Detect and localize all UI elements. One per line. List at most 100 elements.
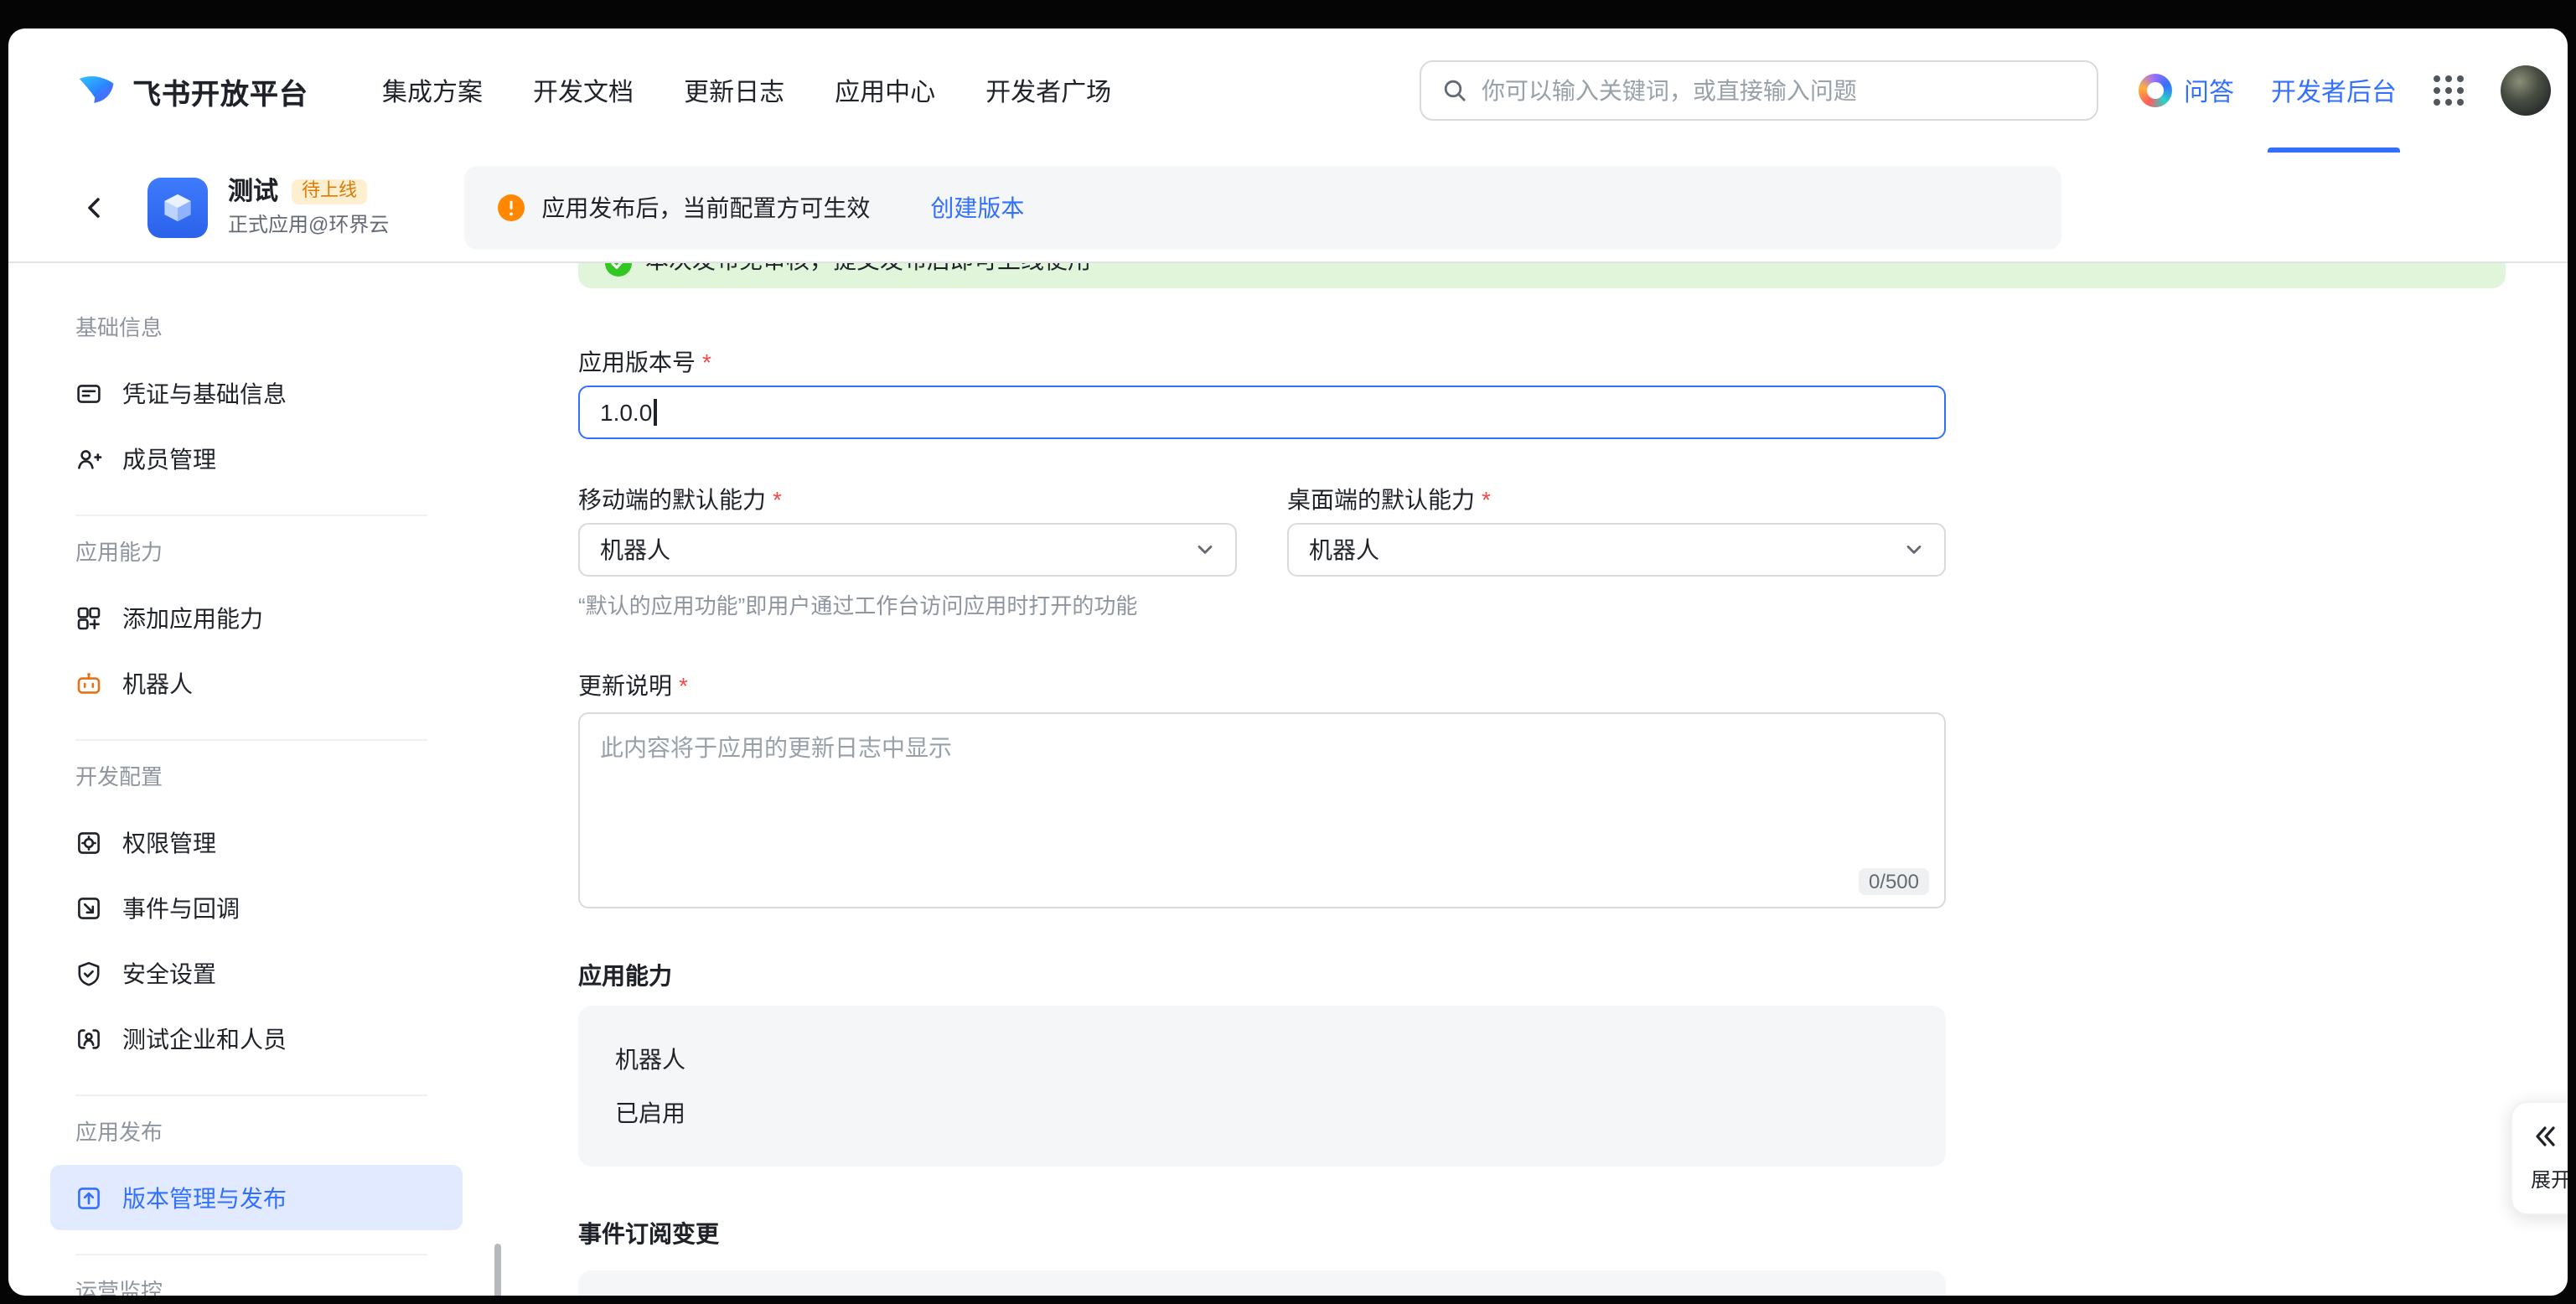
char-counter: 0/500 (1859, 868, 1929, 895)
sidebar-item-test-org[interactable]: 测试企业和人员 (50, 1006, 463, 1071)
sidebar-item-label: 版本管理与发布 (122, 1181, 287, 1214)
sidebar-item-label: 测试企业和人员 (122, 1022, 287, 1055)
nav-item-changelog[interactable]: 更新日志 (684, 73, 784, 108)
members-icon (75, 445, 102, 472)
sidebar-item-members[interactable]: 成员管理 (50, 426, 463, 491)
text-caret (654, 399, 656, 426)
nav-item-integrations[interactable]: 集成方案 (382, 73, 483, 108)
required-asterisk: * (1482, 486, 1491, 513)
feishu-logo-icon (75, 69, 119, 112)
event-callback-icon (75, 894, 102, 921)
capability-name: 机器人 (615, 1043, 1909, 1076)
nav-item-docs[interactable]: 开发文档 (533, 73, 634, 108)
main-content: 本次发布免审核，提交发布后即可上线使用 应用版本号* 1.0.0 移动端的默认能… (511, 263, 2568, 1296)
alert-text: 应用发布后，当前配置方可生效 (541, 190, 870, 224)
sidebar-item-credentials[interactable]: 凭证与基础信息 (50, 360, 463, 426)
version-label-text: 应用版本号 (578, 349, 696, 375)
sidebar-item-security[interactable]: 安全设置 (50, 940, 463, 1006)
sidebar-section-basic: 基础信息 (8, 313, 511, 344)
avatar[interactable] (2501, 65, 2551, 116)
sidebar-item-add-capability[interactable]: 添加应用能力 (50, 585, 463, 650)
nav-item-app-center[interactable]: 应用中心 (835, 73, 935, 108)
browser-window: 飞书开放平台 集成方案 开发文档 更新日志 应用中心 开发者广场 问答 (8, 28, 2568, 1296)
success-check-icon (605, 263, 632, 277)
logo-text: 飞书开放平台 (132, 70, 308, 111)
sidebar-item-label: 安全设置 (122, 956, 216, 990)
search-input[interactable] (1482, 77, 2077, 104)
sidebar-section-capabilities: 应用能力 (8, 538, 511, 568)
sidebar-item-label: 机器人 (122, 666, 193, 700)
sidebar-item-bot[interactable]: 机器人 (50, 650, 463, 716)
id-card-icon (75, 380, 102, 406)
top-navbar: 飞书开放平台 集成方案 开发文档 更新日志 应用中心 开发者广场 问答 (8, 28, 2568, 153)
sidebar-item-permissions[interactable]: 权限管理 (50, 810, 463, 875)
version-input-value: 1.0.0 (600, 399, 652, 426)
default-capability-hint: “默认的应用功能”即用户通过工作台访问应用时打开的功能 (578, 592, 1946, 622)
sidebar-divider (75, 1094, 427, 1096)
sidebar-item-events-callback[interactable]: 事件与回调 (50, 875, 463, 940)
success-banner-text: 本次发布免审核，提交发布后即可上线使用 (645, 263, 1091, 277)
mobile-capability-label: 移动端的默认能力 * (578, 483, 1237, 516)
events-section-title: 事件订阅变更 (578, 1217, 1946, 1250)
publish-alert-banner: 应用发布后，当前配置方可生效 创建版本 (464, 165, 2061, 249)
nav-item-dev-plaza[interactable]: 开发者广场 (985, 73, 1111, 108)
sidebar-section-monitoring: 运营监控 (8, 1277, 511, 1296)
expand-panel-button[interactable]: 展开 (2511, 1101, 2568, 1215)
app-header: 测试 待上线 正式应用@环界云 应用发布后，当前配置方可生效 创建版本 (8, 153, 2568, 263)
expand-label: 展开 (2531, 1165, 2568, 1193)
sidebar-item-label: 事件与回调 (122, 891, 240, 924)
console-link[interactable]: 开发者后台 (2271, 28, 2397, 153)
feishu-logo[interactable]: 飞书开放平台 (75, 69, 308, 112)
sidebar-divider (75, 1254, 427, 1255)
success-banner: 本次发布免审核，提交发布后即可上线使用 (578, 263, 2506, 288)
app-cube-icon (147, 177, 208, 237)
sidebar-section-dev-config: 开发配置 (8, 763, 511, 793)
required-asterisk: * (702, 349, 711, 375)
required-asterisk: * (773, 486, 782, 513)
publish-icon (75, 1184, 102, 1211)
version-label: 应用版本号* (578, 345, 1946, 379)
qa-logo-icon (2139, 74, 2172, 107)
status-badge: 待上线 (292, 179, 367, 204)
desktop-capability-label: 桌面端的默认能力* (1287, 483, 1946, 516)
app-name: 测试 (228, 179, 278, 204)
notes-label: 更新说明* (578, 669, 1946, 702)
notes-textarea[interactable] (578, 712, 1946, 908)
capability-summary-box: 机器人 已启用 (578, 1006, 1946, 1167)
create-version-link[interactable]: 创建版本 (930, 190, 1024, 224)
search-box[interactable] (1420, 60, 2098, 121)
chevron-down-icon (1904, 540, 1924, 560)
apps-grid-icon[interactable] (2434, 75, 2464, 106)
screen: 飞书开放平台 集成方案 开发文档 更新日志 应用中心 开发者广场 问答 (0, 0, 2576, 1304)
capability-status: 已启用 (615, 1096, 1909, 1130)
version-input[interactable]: 1.0.0 (578, 386, 1946, 439)
sidebar-item-version-release[interactable]: 版本管理与发布 (50, 1165, 463, 1230)
navbar-right-cluster: 问答 开发者后台 (2139, 28, 2551, 153)
sidebar-item-label: 添加应用能力 (122, 601, 263, 634)
grid-plus-icon (75, 604, 102, 631)
mobile-capability-select[interactable]: 机器人 (578, 523, 1237, 577)
app-subtitle: 正式应用@环界云 (228, 215, 389, 235)
capability-section-title: 应用能力 (578, 959, 1946, 992)
qa-link[interactable]: 问答 (2184, 73, 2234, 108)
sidebar-item-label: 凭证与基础信息 (122, 376, 287, 410)
desktop-capability-select[interactable]: 机器人 (1287, 523, 1946, 577)
sidebar-divider (75, 515, 427, 516)
search-icon (1441, 77, 1468, 104)
sidebar-divider (75, 739, 427, 741)
desktop-capability-field: 桌面端的默认能力* 机器人 (1287, 483, 1946, 577)
double-chevron-left-icon (2531, 1123, 2568, 1150)
sidebar-section-release: 应用发布 (8, 1118, 511, 1148)
back-button[interactable] (80, 190, 114, 224)
active-tab-underline (2268, 147, 2400, 153)
notes-textarea-wrap: 0/500 (578, 712, 1946, 908)
console-link-label: 开发者后台 (2271, 73, 2397, 108)
sidebar-item-label: 权限管理 (122, 825, 216, 859)
mobile-capability-field: 移动端的默认能力 * 机器人 (578, 483, 1237, 577)
mobile-capability-label-text: 移动端的默认能力 (578, 486, 766, 513)
chevron-down-icon (1195, 540, 1215, 560)
test-people-icon (75, 1025, 102, 1052)
desktop-capability-value: 机器人 (1309, 533, 1379, 567)
primary-nav: 集成方案 开发文档 更新日志 应用中心 开发者广场 (382, 73, 1111, 108)
sidebar-scrollbar[interactable] (494, 1244, 501, 1296)
